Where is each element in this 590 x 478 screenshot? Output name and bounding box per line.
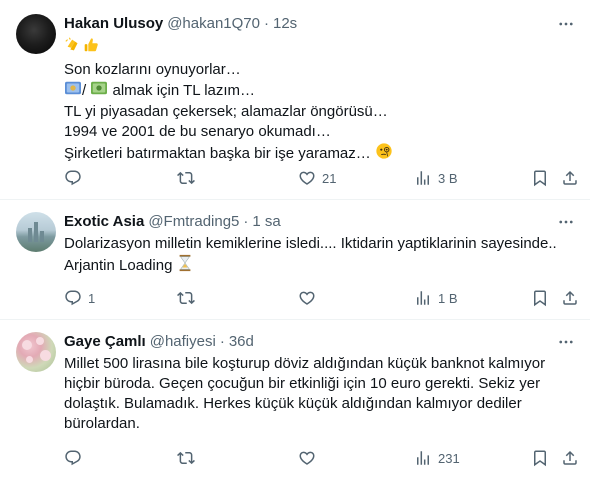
more-horizontal-icon[interactable] — [556, 212, 576, 232]
tweet[interactable]: Hakan Ulusoy @hakan1Q70 · 12s Son kozlar… — [0, 0, 590, 200]
tweet[interactable]: Exotic Asia @Fmtrading5 · 1 sa Dolarizas… — [0, 200, 590, 320]
separator-dot: · — [243, 213, 249, 230]
tweet-header: Gaye Çamlı @hafiyesi · 36d — [64, 332, 576, 352]
share-button[interactable] — [561, 288, 579, 308]
tweet-text: Son kozlarını oynuyorlar… / almak için T… — [64, 36, 576, 166]
share-icon — [561, 449, 579, 467]
tweet-line: bürolardan. — [64, 415, 140, 432]
heart-icon — [298, 289, 316, 307]
tweet-line-with-emoji: Şirketleri batırmaktan başka bir işe yar… — [64, 142, 576, 166]
euro-banknote-icon — [64, 80, 82, 102]
avatar[interactable] — [16, 332, 56, 372]
timestamp[interactable]: 12s — [273, 14, 297, 34]
dollar-banknote-icon — [90, 80, 108, 102]
tweet-actions: 1 1 B — [64, 288, 576, 308]
view-count: 1 B — [438, 290, 458, 306]
share-button[interactable] — [561, 448, 579, 468]
views-button[interactable]: 1 B — [414, 288, 458, 308]
author-name[interactable]: Exotic Asia — [64, 212, 144, 232]
reply-count: 1 — [88, 290, 96, 306]
tweet-line: Arjantin Loading — [64, 256, 173, 274]
share-icon — [561, 289, 579, 307]
bookmark-icon — [531, 289, 549, 307]
tweet-text: Dolarizasyon milletin kemiklerine isledi… — [64, 234, 576, 278]
views-button[interactable]: 3 B — [414, 168, 458, 188]
tweet-actions: 231 — [64, 448, 576, 468]
bookmark-button[interactable] — [531, 448, 549, 468]
monocle-face-icon — [375, 142, 393, 166]
retweet-button[interactable] — [177, 448, 201, 468]
tweet-body: Hakan Ulusoy @hakan1Q70 · 12s Son kozlar… — [64, 14, 576, 166]
more-horizontal-icon[interactable] — [556, 14, 576, 34]
tweet-line-with-emoji: Arjantin Loading — [64, 254, 576, 278]
author-handle[interactable]: @hafiyesi — [150, 332, 216, 352]
views-chart-icon — [414, 289, 432, 307]
reply-icon — [64, 449, 82, 467]
tweet-body: Gaye Çamlı @hafiyesi · 36d Millet 500 li… — [64, 332, 576, 434]
timeline-feed: Hakan Ulusoy @hakan1Q70 · 12s Son kozlar… — [0, 0, 590, 478]
views-chart-icon — [414, 169, 432, 187]
share-icon — [561, 169, 579, 187]
retweet-icon — [177, 169, 195, 187]
tweet-line: dolaştık. Bulamadık. Herkes küçük küçük … — [64, 395, 522, 412]
retweet-button[interactable] — [177, 168, 201, 188]
bookmark-icon — [531, 449, 549, 467]
tweet-line: / almak için TL lazım… — [82, 80, 255, 102]
like-button[interactable] — [298, 448, 322, 468]
heart-icon — [298, 169, 316, 187]
tweet-body: Exotic Asia @Fmtrading5 · 1 sa Dolarizas… — [64, 212, 576, 278]
separator-dot: · — [219, 333, 225, 350]
tweet-header: Hakan Ulusoy @hakan1Q70 · 12s — [64, 14, 576, 34]
author-handle[interactable]: @hakan1Q70 — [167, 14, 260, 34]
clapping-hands-icon — [64, 36, 82, 60]
bookmark-button[interactable] — [531, 288, 549, 308]
views-button[interactable]: 231 — [414, 448, 460, 468]
tweet-header: Exotic Asia @Fmtrading5 · 1 sa — [64, 212, 576, 232]
tweet-text: Millet 500 lirasına bile koşturup döviz … — [64, 354, 576, 434]
views-chart-icon — [414, 449, 432, 467]
hourglass-icon — [177, 254, 193, 278]
more-horizontal-icon[interactable] — [556, 332, 576, 352]
share-button[interactable] — [561, 168, 579, 188]
avatar[interactable] — [16, 14, 56, 54]
tweet-line: hiçbir büroda. Geçen çocuğun bir etkinli… — [64, 375, 541, 392]
like-button[interactable]: 21 — [298, 168, 336, 188]
tweet-actions: 21 3 B — [64, 168, 576, 188]
view-count: 3 B — [438, 170, 458, 186]
tweet-line-with-emojis: / almak için TL lazım… — [64, 80, 576, 102]
tweet[interactable]: Gaye Çamlı @hafiyesi · 36d Millet 500 li… — [0, 320, 590, 478]
reply-button[interactable] — [64, 168, 88, 188]
retweet-button[interactable] — [177, 288, 201, 308]
avatar[interactable] — [16, 212, 56, 252]
author-handle[interactable]: @Fmtrading5 — [148, 212, 239, 232]
author-name[interactable]: Hakan Ulusoy — [64, 14, 163, 34]
reply-icon — [64, 289, 82, 307]
tweet-line: Millet 500 lirasına bile koşturup döviz … — [64, 355, 546, 372]
timestamp[interactable]: 1 sa — [252, 212, 280, 232]
reply-icon — [64, 169, 82, 187]
tweet-line: Son kozlarını oynuyorlar… — [64, 61, 241, 78]
tweet-line: Şirketleri batırmaktan başka bir işe yar… — [64, 144, 371, 162]
view-count: 231 — [438, 450, 460, 466]
like-count: 21 — [322, 170, 337, 186]
heart-icon — [298, 449, 316, 467]
reply-button[interactable] — [64, 448, 88, 468]
retweet-icon — [177, 289, 195, 307]
thumbs-up-icon — [82, 36, 100, 60]
bookmark-button[interactable] — [531, 168, 549, 188]
reply-button[interactable]: 1 — [64, 288, 95, 308]
author-name[interactable]: Gaye Çamlı — [64, 332, 146, 352]
separator-dot: · — [264, 15, 269, 32]
tweet-line: 1994 ve 2001 de bu senaryo okumadı… — [64, 123, 331, 140]
timestamp[interactable]: 36d — [229, 332, 254, 352]
bookmark-icon — [531, 169, 549, 187]
retweet-icon — [177, 449, 195, 467]
tweet-line: Dolarizasyon milletin kemiklerine isledi… — [64, 235, 557, 252]
like-button[interactable] — [298, 288, 322, 308]
tweet-line-emojis — [64, 36, 576, 60]
tweet-line: TL yi piyasadan çekersek; alamazlar öngö… — [64, 103, 388, 120]
